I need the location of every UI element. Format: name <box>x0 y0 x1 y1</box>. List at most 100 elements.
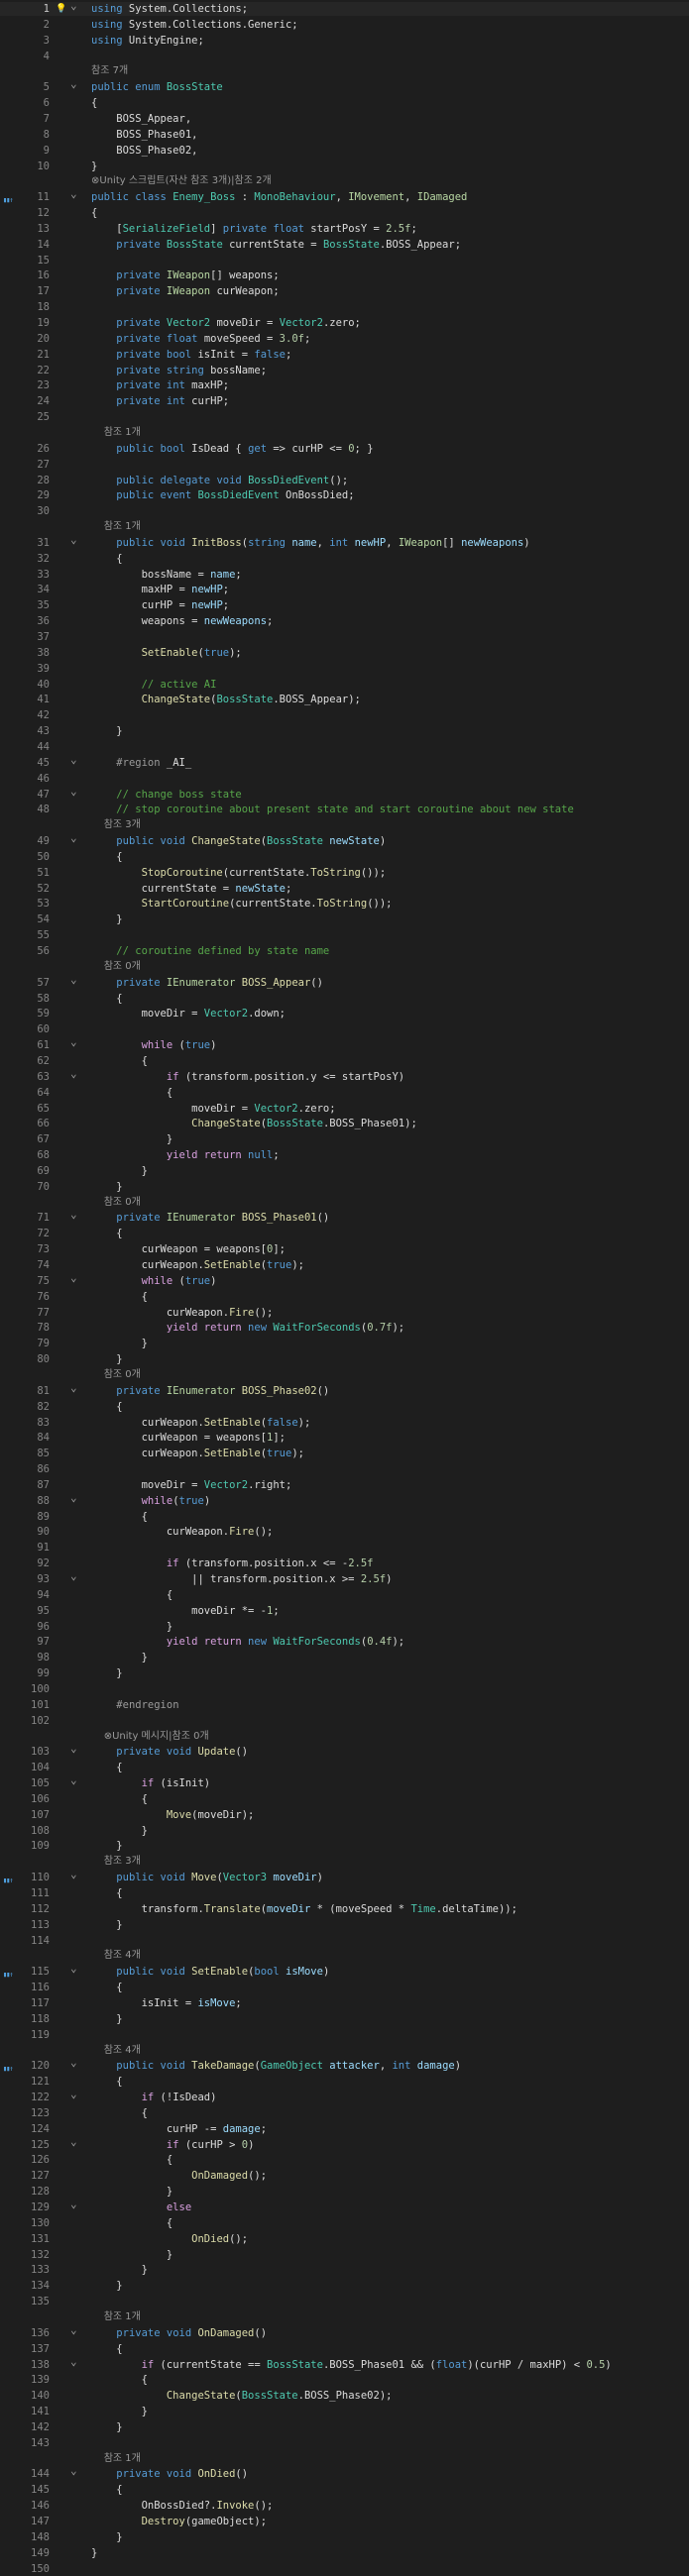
code-line[interactable]: 64 { <box>0 1086 689 1100</box>
fold-chevron-icon[interactable]: ⌄ <box>70 1773 80 1787</box>
code-line[interactable]: 95 moveDir *= -1; <box>0 1604 689 1618</box>
code-line[interactable]: 88 ⌄ while(true) <box>0 1491 689 1508</box>
code-line[interactable]: 51 StopCoroutine(currentState.ToString()… <box>0 866 689 880</box>
fold-chevron-icon[interactable]: ⌄ <box>70 1208 80 1222</box>
code-text[interactable]: { <box>91 2075 122 2089</box>
code-text[interactable]: } <box>91 2530 122 2544</box>
code-line[interactable]: 68 yield return null; <box>0 1148 689 1162</box>
code-line[interactable]: 82 { <box>0 1400 689 1414</box>
code-text[interactable]: currentState = newState; <box>91 882 292 896</box>
code-line[interactable]: 32 { <box>0 552 689 566</box>
code-line[interactable]: 91 <box>0 1541 689 1555</box>
code-text[interactable]: private IEnumerator BOSS_Appear() <box>91 976 323 990</box>
code-text[interactable]: curWeapon = weapons[1]; <box>91 1431 286 1445</box>
code-text[interactable]: if (transform.position.y <= startPosY) <box>91 1070 404 1084</box>
code-text[interactable]: public event BossDiedEvent OnBossDied; <box>91 488 354 502</box>
code-text[interactable]: transform.Translate(moveDir * (moveSpeed… <box>91 1902 517 1916</box>
code-text[interactable]: } <box>91 2263 148 2277</box>
code-line[interactable]: 60 <box>0 1022 689 1036</box>
code-text[interactable]: } <box>91 1918 122 1932</box>
code-line[interactable]: 148 } <box>0 2530 689 2544</box>
code-text[interactable]: { <box>91 2483 122 2497</box>
code-line[interactable]: 41 ChangeState(BossState.BOSS_Appear); <box>0 693 689 706</box>
code-line[interactable]: 43 } <box>0 724 689 738</box>
code-line[interactable]: 145 { <box>0 2483 689 2497</box>
code-text[interactable]: { <box>91 1510 148 1524</box>
code-line[interactable]: 16 private IWeapon[] weapons; <box>0 268 689 282</box>
code-text[interactable]: { <box>91 1588 172 1602</box>
code-line[interactable]: 70 } <box>0 1180 689 1194</box>
code-text[interactable]: private void OnDied() <box>91 2467 248 2481</box>
code-line[interactable]: 116 { <box>0 1981 689 1994</box>
codelens-text[interactable]: 참조 0개 <box>91 1368 141 1382</box>
code-text[interactable]: while(true) <box>91 1494 211 1508</box>
code-line[interactable]: 142 } <box>0 2420 689 2434</box>
code-text[interactable]: } <box>91 2185 172 2199</box>
code-text[interactable]: } <box>91 724 122 738</box>
code-line[interactable]: 100 <box>0 1682 689 1696</box>
code-line[interactable]: 93 ⌄ || transform.position.x >= 2.5f) <box>0 1569 689 1586</box>
code-line[interactable]: 💡 1 ⌄ using System.Collections; <box>0 0 689 16</box>
code-text[interactable]: bossName = name; <box>91 568 242 582</box>
fold-chevron-icon[interactable]: ⌄ <box>70 1742 80 1756</box>
code-text[interactable]: using System.Collections; <box>91 2 248 16</box>
code-line[interactable]: 53 StartCoroutine(currentState.ToString(… <box>0 897 689 911</box>
fold-chevron-icon[interactable]: ⌄ <box>70 831 80 845</box>
fold-chevron-icon[interactable]: ⌄ <box>70 0 80 13</box>
code-line[interactable]: 20 private float moveSpeed = 3.0f; <box>0 332 689 346</box>
code-line[interactable]: 25 <box>0 410 689 424</box>
code-line[interactable]: 90 curWeapon.Fire(); <box>0 1525 689 1539</box>
fold-chevron-icon[interactable]: ⌄ <box>70 2056 80 2070</box>
code-text[interactable]: curWeapon.SetEnable(true); <box>91 1447 304 1460</box>
code-text[interactable]: using UnityEngine; <box>91 34 204 48</box>
code-text[interactable]: { <box>91 1886 122 1900</box>
code-line[interactable]: 28 public delegate void BossDiedEvent(); <box>0 474 689 487</box>
code-text[interactable]: public void Move(Vector3 moveDir) <box>91 1871 323 1884</box>
code-line[interactable]: 141 } <box>0 2405 689 2418</box>
fold-chevron-icon[interactable]: ⌄ <box>70 77 80 91</box>
code-text[interactable]: #endregion <box>91 1698 178 1712</box>
code-text[interactable]: } <box>91 1337 148 1350</box>
code-text[interactable]: StopCoroutine(currentState.ToString()); <box>91 866 387 880</box>
code-text[interactable]: OnDied(); <box>91 2232 248 2246</box>
code-line[interactable]: 46 <box>0 772 689 786</box>
code-text[interactable]: private IWeapon[] weapons; <box>91 268 279 282</box>
code-text[interactable]: // active AI <box>91 678 217 692</box>
code-line[interactable]: 111 { <box>0 1886 689 1900</box>
code-line[interactable]: 86 <box>0 1462 689 1476</box>
code-line[interactable]: 79 } <box>0 1337 689 1350</box>
code-line[interactable]: 101 #endregion <box>0 1698 689 1712</box>
code-line[interactable]: 9 BOSS_Phase02, <box>0 144 689 158</box>
fold-chevron-icon[interactable]: ⌄ <box>70 1381 80 1395</box>
code-line[interactable]: 129 ⌄ else <box>0 2198 689 2214</box>
code-line[interactable]: ▮▮↑ 11 ⌄ public class Enemy_Boss : MonoBeha… <box>0 187 689 204</box>
code-line[interactable]: 49 ⌄ public void ChangeState(BossState ne… <box>0 831 689 848</box>
code-line[interactable]: 4 <box>0 50 689 63</box>
code-line[interactable]: 94 { <box>0 1588 689 1602</box>
fold-chevron-icon[interactable]: ⌄ <box>70 2323 80 2337</box>
code-text[interactable]: { <box>91 552 122 566</box>
code-line[interactable]: 77 curWeapon.Fire(); <box>0 1306 689 1320</box>
code-text[interactable]: public void ChangeState(BossState newSta… <box>91 834 386 848</box>
codelens-hint[interactable]: 참조 3개 <box>0 1855 689 1869</box>
fold-chevron-icon[interactable]: ⌄ <box>70 2088 80 2101</box>
code-text[interactable]: { <box>91 1290 148 1304</box>
code-text[interactable]: curWeapon.SetEnable(true); <box>91 1258 304 1272</box>
codelens-hint[interactable]: 참조 1개 <box>0 2310 689 2324</box>
code-text[interactable]: if (curHP > 0) <box>91 2138 255 2152</box>
code-line[interactable]: 128 } <box>0 2185 689 2199</box>
codelens-text[interactable]: 참조 3개 <box>91 818 141 832</box>
code-line[interactable]: 105 ⌄ if (isInit) <box>0 1773 689 1790</box>
code-line[interactable]: 125 ⌄ if (curHP > 0) <box>0 2135 689 2152</box>
code-text[interactable]: if (transform.position.x <= -2.5f <box>91 1556 374 1570</box>
code-text[interactable]: } <box>91 2012 122 2026</box>
code-line[interactable]: 113 } <box>0 1918 689 1932</box>
code-text[interactable]: private IWeapon curWeapon; <box>91 284 279 298</box>
code-line[interactable]: 8 BOSS_Phase01, <box>0 128 689 142</box>
code-line[interactable]: ▮▮↑ 115 ⌄ public void SetEnable(bool isMov… <box>0 1962 689 1979</box>
code-line[interactable]: ▮▮↑ 120 ⌄ public void TakeDamage(GameObjec… <box>0 2056 689 2073</box>
code-text[interactable]: Destroy(gameObject); <box>91 2515 267 2528</box>
code-line[interactable]: 137 { <box>0 2342 689 2356</box>
code-text[interactable]: public void TakeDamage(GameObject attack… <box>91 2059 461 2073</box>
code-text[interactable]: moveDir = Vector2.right; <box>91 1478 292 1492</box>
